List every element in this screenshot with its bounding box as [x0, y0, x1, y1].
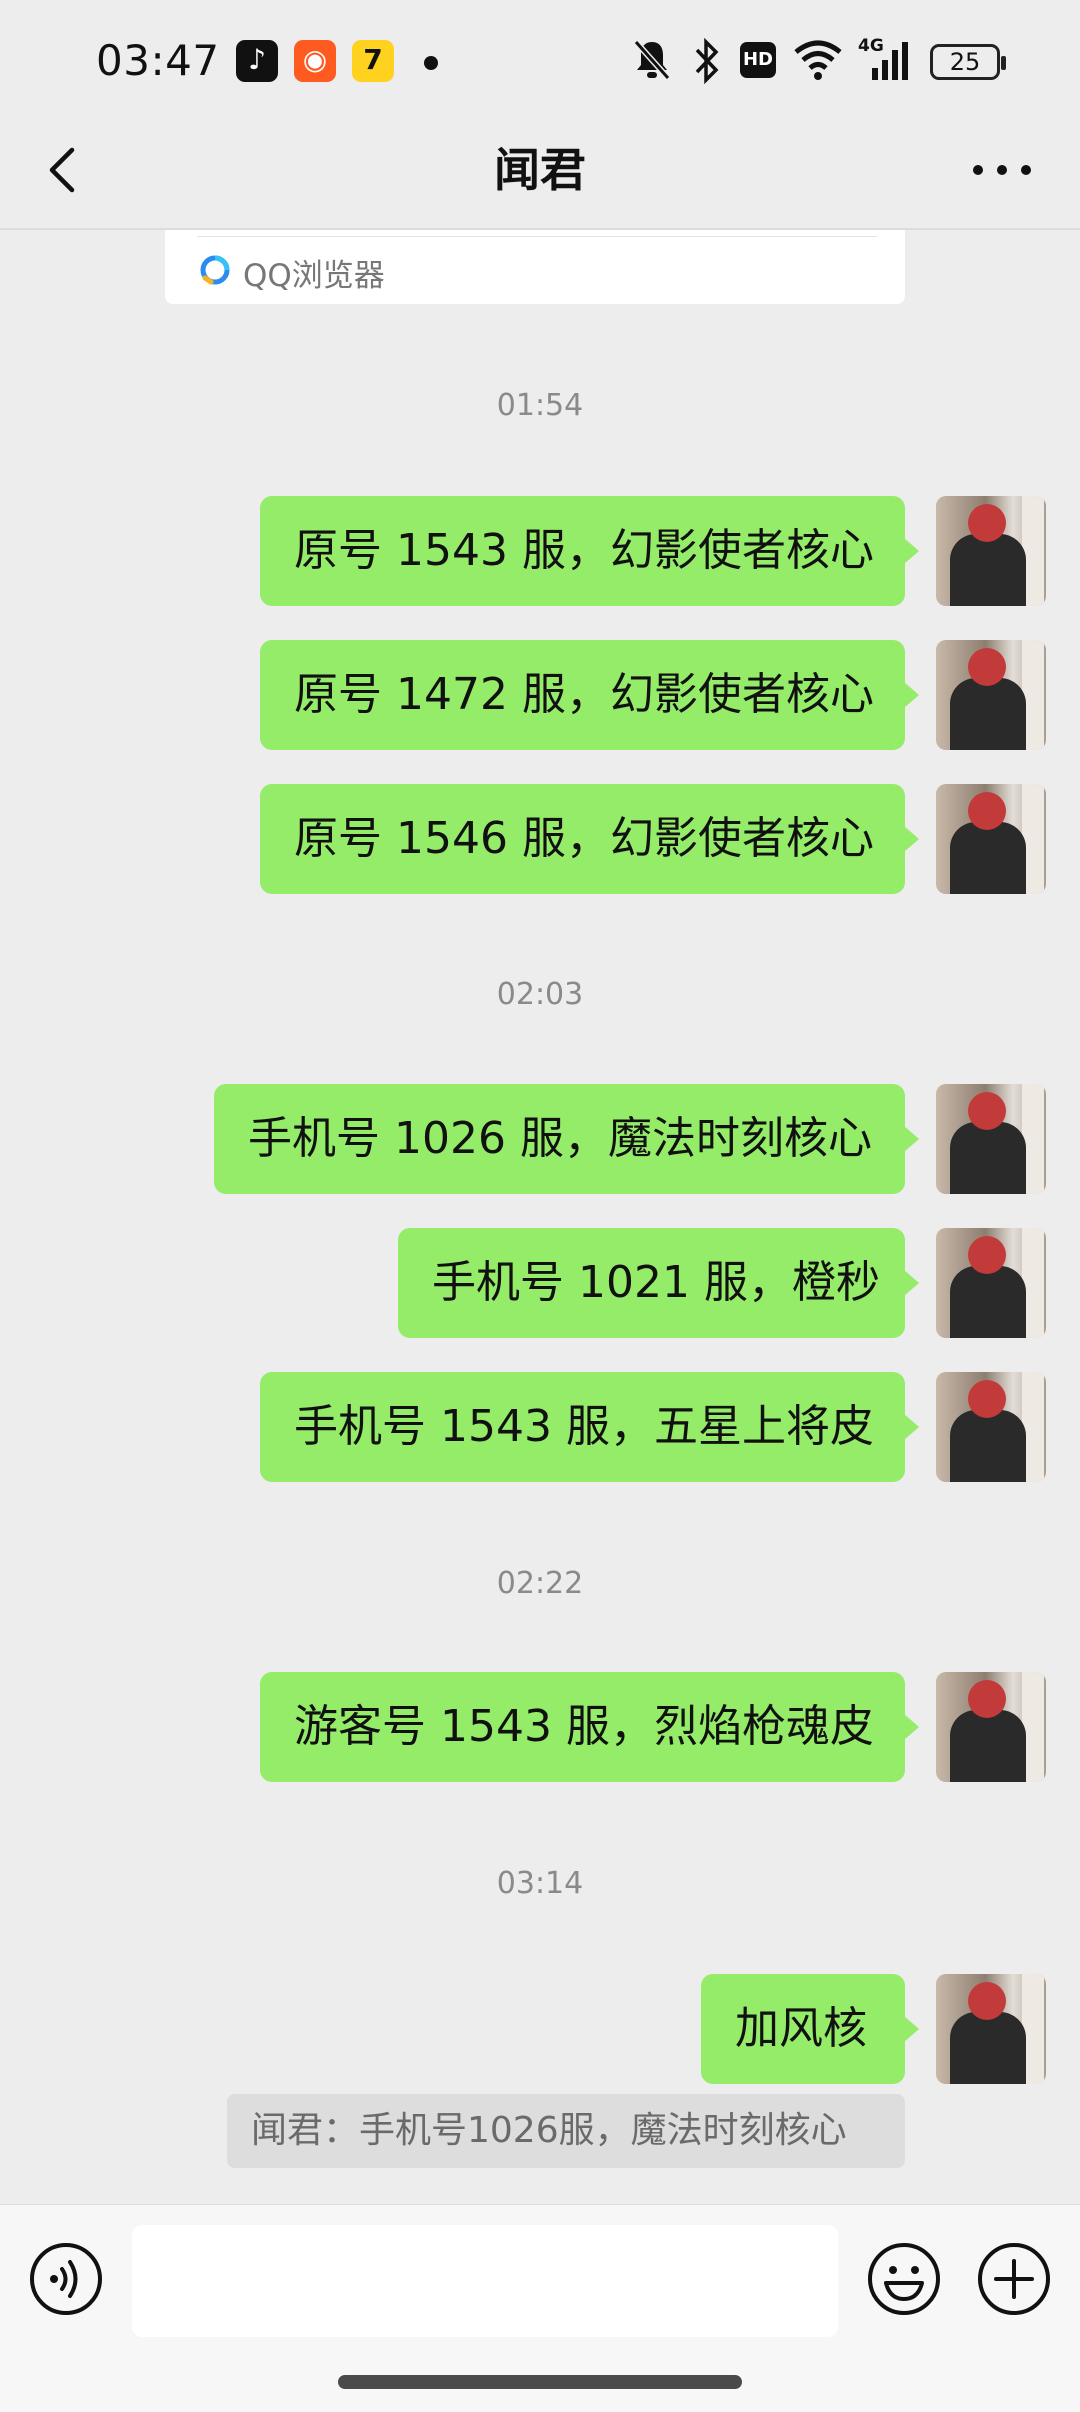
message-bubble[interactable]: 原号 1546 服，幻影使者核心	[260, 784, 919, 894]
chat-title: 闻君	[494, 143, 586, 197]
card-divider	[197, 236, 877, 237]
chat-header: 闻君	[0, 120, 1080, 230]
battery-level: 25	[949, 48, 981, 76]
message-bubble[interactable]: 加风核	[701, 1974, 919, 2084]
message-bubble[interactable]: 原号 1472 服，幻影使者核心	[260, 640, 919, 750]
message-bubble[interactable]: 原号 1543 服，幻影使者核心	[260, 496, 919, 606]
timestamp: 03:14	[496, 1866, 584, 1901]
avatar[interactable]	[936, 496, 1046, 606]
battery-icon: 25	[930, 44, 1006, 80]
avatar[interactable]	[936, 1228, 1046, 1338]
message-bubble[interactable]: 手机号 1026 服，魔法时刻核心	[214, 1084, 919, 1194]
avatar[interactable]	[936, 1372, 1046, 1482]
tiktok-icon: ♪	[236, 40, 278, 82]
qimao-icon: 7	[352, 40, 394, 82]
plus-icon[interactable]	[976, 2241, 1052, 2317]
quoted-message[interactable]: 闻君：手机号1026服，魔法时刻核心	[227, 2094, 905, 2168]
status-time: 03:47	[96, 36, 220, 85]
avatar[interactable]	[936, 784, 1046, 894]
mute-icon	[633, 40, 671, 80]
timestamp: 02:22	[496, 1566, 584, 1601]
kuaishou-icon: ◉	[294, 40, 336, 82]
more-dots-icon[interactable]	[970, 154, 1034, 186]
timestamp: 01:54	[496, 388, 584, 423]
avatar[interactable]	[936, 1672, 1046, 1782]
message-bubble[interactable]: 游客号 1543 服，烈焰枪魂皮	[260, 1672, 919, 1782]
avatar[interactable]	[936, 1974, 1046, 2084]
bluetooth-icon	[695, 38, 719, 84]
voice-icon[interactable]	[28, 2241, 104, 2317]
avatar[interactable]	[936, 1084, 1046, 1194]
wifi-icon	[794, 40, 842, 80]
qq-browser-icon	[200, 255, 230, 285]
emoji-icon[interactable]	[866, 2241, 942, 2317]
avatar[interactable]	[936, 640, 1046, 750]
message-input[interactable]	[132, 2225, 838, 2337]
home-indicator[interactable]	[338, 2375, 742, 2389]
timestamp: 02:03	[496, 977, 584, 1012]
message-bubble[interactable]: 手机号 1543 服，五星上将皮	[260, 1372, 919, 1482]
message-bubble[interactable]: 手机号 1021 服，橙秒	[398, 1228, 919, 1338]
status-bar: 03:47 ♪ ◉ 7 HD 4G 25	[0, 0, 1080, 120]
link-card[interactable]: QQ浏览器	[165, 230, 905, 304]
hd-icon: HD	[740, 42, 776, 78]
4g-signal-icon	[872, 42, 908, 80]
notification-dot-icon	[424, 56, 438, 70]
link-source: QQ浏览器	[243, 258, 385, 294]
